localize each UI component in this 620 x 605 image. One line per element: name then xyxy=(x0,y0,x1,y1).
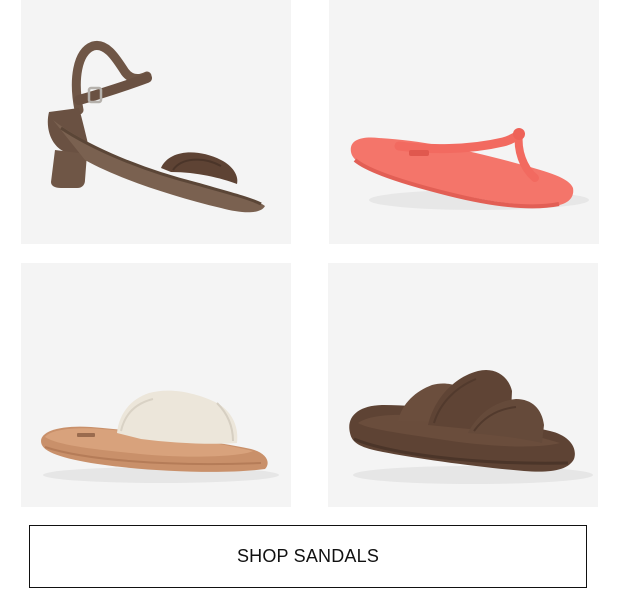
product-tile-strappy-slide[interactable] xyxy=(328,263,598,507)
strappy-slide-image xyxy=(349,369,593,484)
product-tile-flip-flop[interactable] xyxy=(329,0,599,244)
product-tile-slide-sandal[interactable] xyxy=(21,263,291,507)
shop-sandals-button[interactable]: SHOP SANDALS xyxy=(29,525,587,588)
shop-sandals-label: SHOP SANDALS xyxy=(236,546,380,566)
heeled-sandal-image xyxy=(47,40,265,213)
slide-sandal-image xyxy=(41,390,279,483)
flip-flop-image xyxy=(350,128,589,210)
product-tile-heeled-sandal[interactable] xyxy=(21,0,291,244)
